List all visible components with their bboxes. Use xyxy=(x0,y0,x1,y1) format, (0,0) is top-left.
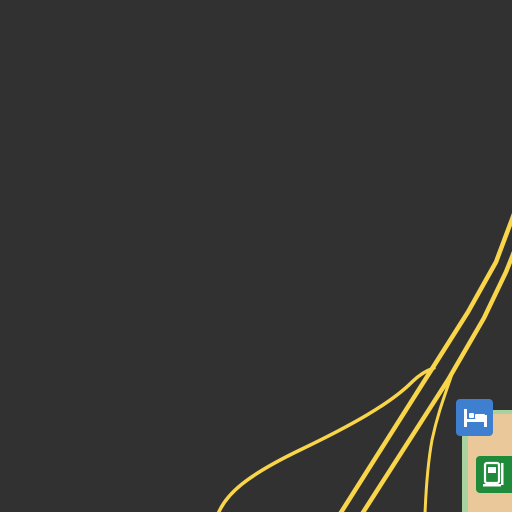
map-background xyxy=(0,0,512,512)
poi-transit-badge xyxy=(476,456,512,493)
poi-lodging-badge xyxy=(456,399,493,436)
poi-transit[interactable] xyxy=(476,456,512,493)
poi-lodging[interactable] xyxy=(456,399,493,436)
map-canvas[interactable] xyxy=(0,0,512,512)
